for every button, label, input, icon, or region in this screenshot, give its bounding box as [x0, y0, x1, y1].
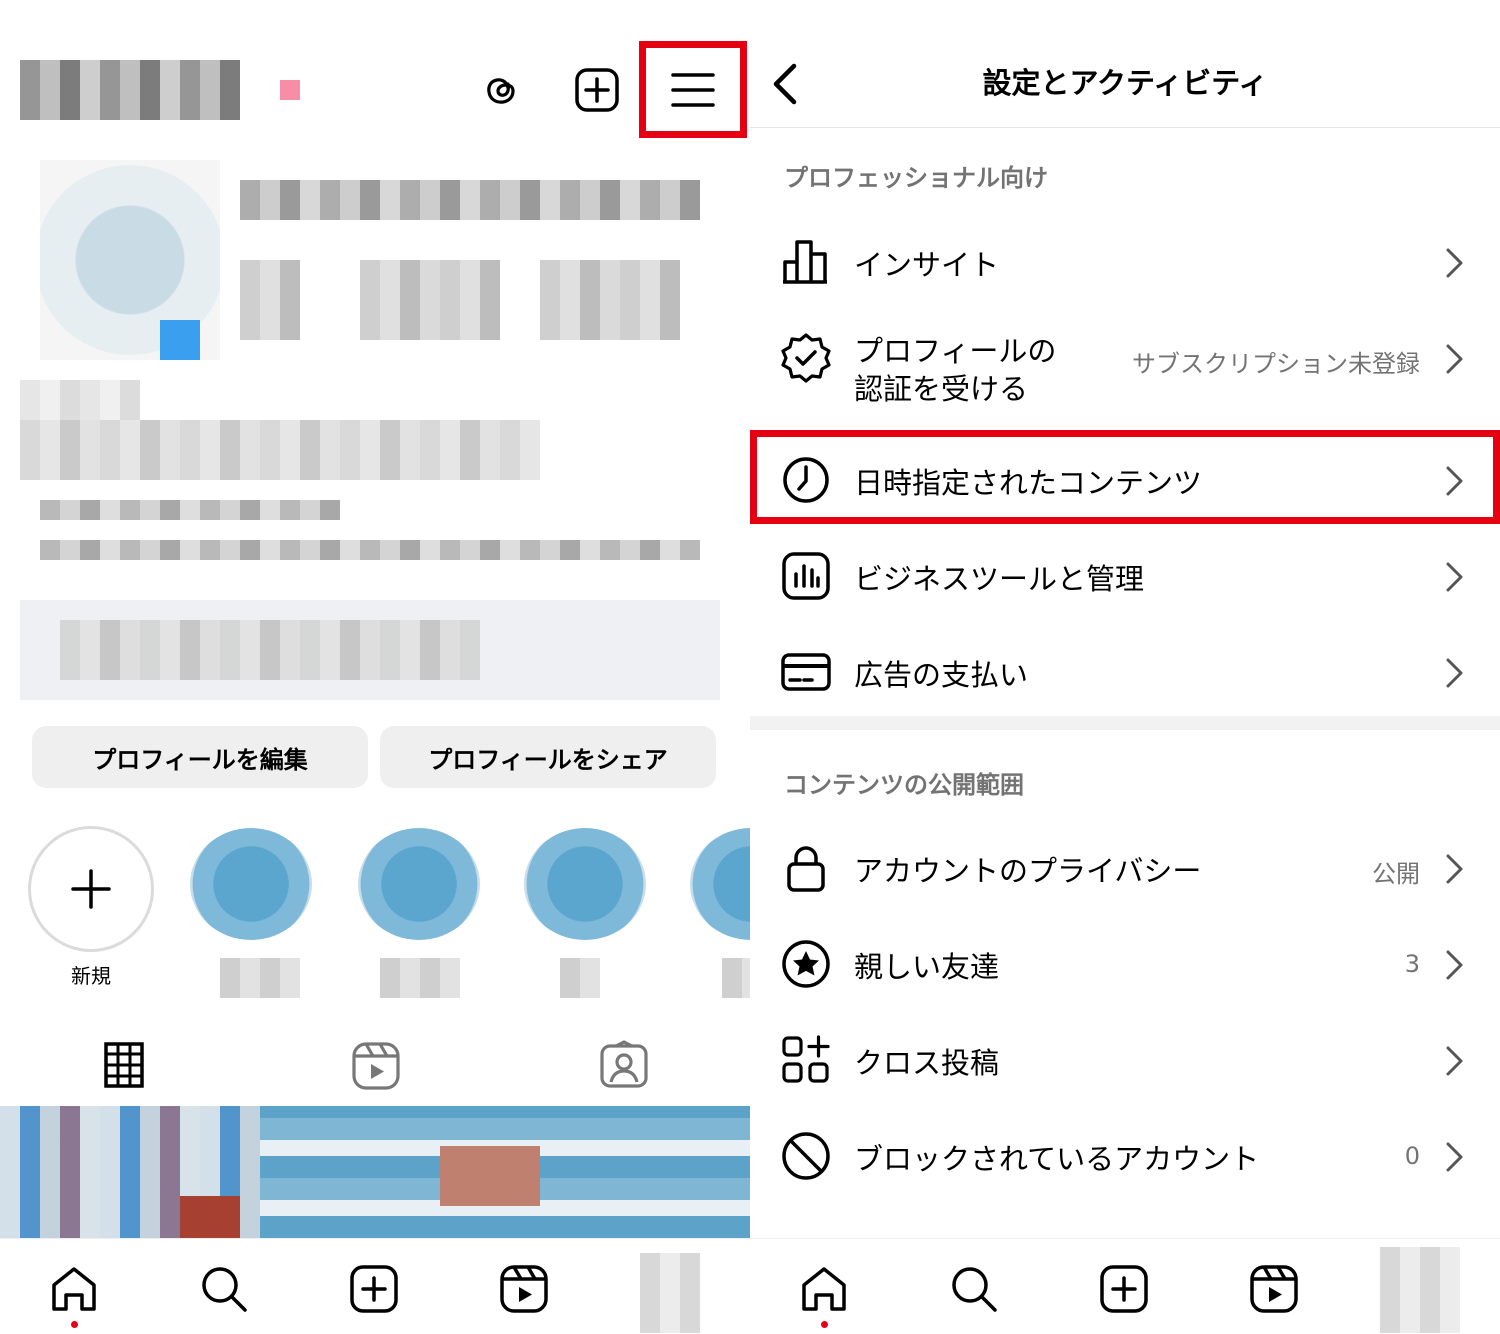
profile-avatar[interactable]: [640, 1253, 700, 1333]
bottom-nav: [0, 1238, 750, 1334]
settings-item-ad-payments[interactable]: 広告の支払い: [750, 624, 1500, 720]
home-active-dot: [71, 1321, 78, 1328]
reels-icon[interactable]: [1248, 1263, 1300, 1315]
highlight-label-blurred: [560, 958, 600, 998]
settings-item-label: ブロックされているアカウント: [854, 1142, 1260, 1176]
create-icon[interactable]: [571, 64, 623, 116]
highlight-label-blurred: [722, 958, 750, 998]
settings-item-label: ビジネスツールと管理: [854, 562, 1145, 596]
profile-bio-blurred: [40, 500, 340, 520]
chevron-right-icon: [1446, 950, 1463, 980]
username-blurred: [20, 60, 240, 120]
highlight-label-blurred: [220, 958, 300, 998]
search-icon[interactable]: [948, 1263, 1000, 1315]
section-title-content-visibility: コンテンツの公開範囲: [784, 771, 1024, 799]
threads-icon[interactable]: [474, 64, 526, 116]
lock-icon: [787, 846, 825, 892]
tagged-icon[interactable]: [598, 1040, 650, 1092]
search-icon[interactable]: [198, 1263, 250, 1315]
edit-profile-button[interactable]: プロフィールを編集: [32, 726, 368, 788]
create-icon[interactable]: [348, 1263, 400, 1315]
highlight-story-blurred[interactable]: [690, 828, 750, 940]
profile-avatar[interactable]: [1380, 1247, 1460, 1333]
chevron-right-icon: [1446, 1142, 1463, 1172]
block-icon: [782, 1132, 830, 1180]
chevron-right-icon: [1446, 562, 1463, 592]
plus-icon: [71, 869, 111, 909]
settings-item-label: プロフィールの 認証を受ける: [854, 334, 1057, 406]
section-divider: [750, 716, 1500, 730]
apps-add-icon: [782, 1035, 830, 1083]
profile-bio-blurred: [20, 380, 140, 420]
settings-item-business-tools[interactable]: ビジネスツールと管理: [750, 528, 1500, 624]
profile-stat-following: [540, 260, 680, 340]
profile-bio-blurred: [20, 420, 540, 480]
menu-highlight-box: [639, 41, 747, 138]
chevron-right-icon: [1446, 1046, 1463, 1076]
settings-item-value: 0: [1404, 1142, 1420, 1170]
settings-item-verification[interactable]: プロフィールの 認証を受ける サブスクリプション未登録: [750, 310, 1500, 420]
chevron-right-icon: [1446, 658, 1463, 688]
settings-item-label: 広告の支払い: [854, 658, 1029, 692]
professional-dashboard-text-blurred: [60, 620, 480, 680]
username-badge: [280, 80, 300, 100]
settings-item-cross-posting[interactable]: クロス投稿: [750, 1012, 1500, 1108]
home-icon[interactable]: [48, 1263, 100, 1315]
new-highlight-label: 新規: [71, 964, 111, 988]
settings-item-label: アカウントのプライバシー: [854, 854, 1202, 888]
settings-item-label: 親しい友達: [854, 950, 1000, 984]
page-title: 設定とアクティビティ: [982, 66, 1268, 100]
settings-item-value: 3: [1404, 950, 1420, 978]
verified-badge-blurred: [160, 320, 200, 360]
reels-icon[interactable]: [350, 1040, 402, 1092]
profile-name-blurred: [240, 180, 700, 220]
chevron-right-icon: [1446, 248, 1463, 278]
settings-screen: 設定とアクティビティ プロフェッショナル向け インサイト プロフィールの 認証を…: [750, 0, 1500, 1334]
highlight-story-blurred[interactable]: [524, 828, 646, 940]
verified-badge-icon: [781, 333, 831, 383]
scheduled-content-highlight-box: [750, 430, 1500, 524]
highlight-story-blurred[interactable]: [190, 828, 312, 940]
reels-icon[interactable]: [498, 1263, 550, 1315]
create-icon[interactable]: [1098, 1263, 1150, 1315]
grid-icon[interactable]: [100, 1040, 152, 1092]
settings-header: 設定とアクティビティ: [750, 0, 1500, 128]
settings-item-value: 公開: [1372, 860, 1420, 888]
profile-stat-followers: [360, 260, 500, 340]
settings-item-close-friends[interactable]: 親しい友達 3: [750, 916, 1500, 1012]
share-profile-button[interactable]: プロフィールをシェア: [380, 726, 716, 788]
posts-grid-blurred[interactable]: [0, 1106, 750, 1238]
home-icon[interactable]: [798, 1263, 850, 1315]
new-highlight-button[interactable]: [28, 826, 154, 952]
section-title-professional: プロフェッショナル向け: [784, 164, 1048, 192]
chevron-right-icon: [1446, 854, 1463, 884]
highlight-label-blurred: [380, 958, 460, 998]
credit-card-icon: [781, 653, 831, 691]
settings-item-value: サブスクリプション未登録: [1132, 350, 1420, 378]
profile-bio-blurred: [40, 540, 700, 560]
settings-item-blocked-accounts[interactable]: ブロックされているアカウント 0: [750, 1108, 1500, 1204]
business-chart-icon: [782, 552, 830, 600]
star-circle-icon: [782, 940, 830, 988]
settings-item-insights[interactable]: インサイト: [750, 214, 1500, 310]
profile-screen: プロフィールを編集 プロフィールをシェア 新規: [0, 0, 750, 1334]
highlight-story-blurred[interactable]: [358, 828, 480, 940]
settings-item-account-privacy[interactable]: アカウントのプライバシー 公開: [750, 820, 1500, 916]
bottom-nav: [750, 1238, 1500, 1334]
home-active-dot: [821, 1321, 828, 1328]
settings-item-label: クロス投稿: [854, 1046, 1000, 1080]
profile-stat-posts: [240, 260, 300, 340]
settings-item-label: インサイト: [854, 248, 1000, 282]
bar-chart-icon: [783, 240, 827, 284]
chevron-right-icon: [1446, 344, 1463, 374]
